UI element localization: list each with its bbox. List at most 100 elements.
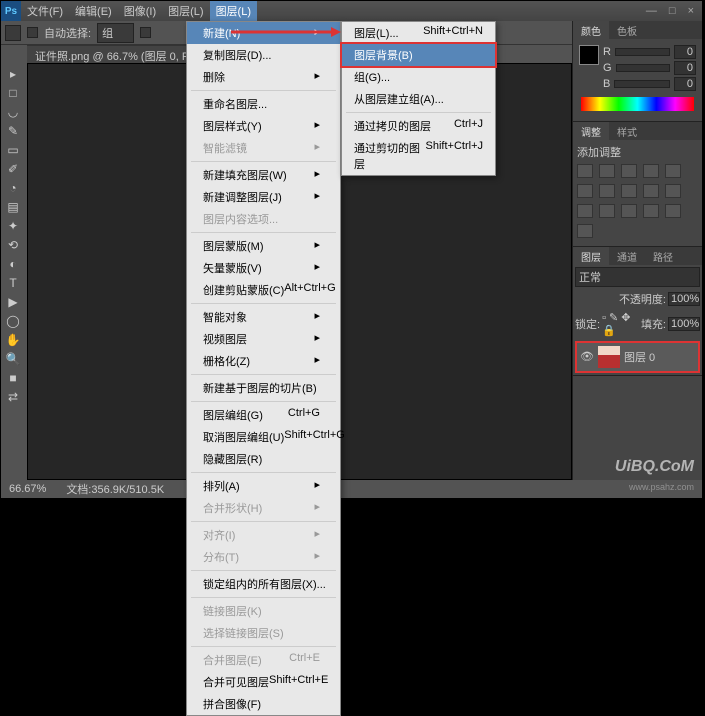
menu-item[interactable]: 合并可见图层Shift+Ctrl+E (187, 671, 340, 693)
tool-5[interactable]: ✐ (1, 160, 25, 178)
menu-item[interactable]: 图层样式(Y) (187, 115, 340, 137)
menu-item[interactable]: 视频图层 (187, 328, 340, 350)
adjustment-icon-5[interactable] (577, 184, 593, 198)
menu-item[interactable]: 矢量蒙版(V) (187, 257, 340, 279)
adjustment-icon-2[interactable] (621, 164, 637, 178)
tool-1[interactable]: □ (1, 84, 25, 102)
submenu-item[interactable]: 图层(L)...Shift+Ctrl+N (342, 22, 495, 44)
tool-15[interactable]: 🔍 (1, 350, 25, 368)
fill-value[interactable]: 100% (668, 317, 700, 331)
submenu-item[interactable]: 组(G)... (342, 66, 495, 88)
menu-item[interactable]: 排列(A) (187, 475, 340, 497)
menu-item: 分布(T) (187, 546, 340, 568)
menu-item[interactable]: 锁定组内的所有图层(X)... (187, 573, 340, 595)
adjustment-icon-6[interactable] (599, 184, 615, 198)
menubar: 文件(F)编辑(E)图像(I)图层(L)图层(L) (21, 1, 257, 21)
tool-0[interactable]: ▸ (1, 65, 25, 83)
tools-panel: ▸□◡✎▭✐◔▤✦⟲◐T▶◯✋🔍■⇄ (1, 63, 27, 498)
menu-item[interactable]: 新建填充图层(W) (187, 164, 340, 186)
adjustment-icon-8[interactable] (643, 184, 659, 198)
maximize-button[interactable]: □ (669, 5, 676, 17)
tool-13[interactable]: ◯ (1, 312, 25, 330)
menu-item[interactable]: 图层编组(G)Ctrl+G (187, 404, 340, 426)
menu-4[interactable]: 图层(L) (210, 1, 257, 21)
menu-item[interactable]: 智能对象 (187, 306, 340, 328)
tab-paths[interactable]: 路径 (645, 247, 681, 265)
menu-item[interactable]: 新建基于图层的切片(B) (187, 377, 340, 399)
menu-item[interactable]: 取消图层编组(U)Shift+Ctrl+G (187, 426, 340, 448)
zoom-level[interactable]: 66.67% (9, 483, 46, 495)
adjustment-icon-0[interactable] (577, 164, 593, 178)
adjustment-icon-13[interactable] (643, 204, 659, 218)
tab-layers[interactable]: 图层 (573, 247, 609, 265)
slider-G[interactable] (616, 64, 670, 72)
lock-icons[interactable]: ▫ ✎ ✥ 🔒 (602, 311, 639, 337)
transform-checkbox[interactable] (140, 27, 151, 38)
tool-9[interactable]: ⟲ (1, 236, 25, 254)
tool-11[interactable]: T (1, 274, 25, 292)
adjustment-icon-10[interactable] (577, 204, 593, 218)
minimize-button[interactable]: — (646, 5, 657, 17)
submenu-item[interactable]: 通过剪切的图层Shift+Ctrl+J (342, 137, 495, 175)
adjustment-icon-12[interactable] (621, 204, 637, 218)
color-spectrum[interactable] (581, 97, 694, 111)
tool-16[interactable]: ■ (1, 369, 25, 387)
tool-7[interactable]: ▤ (1, 198, 25, 216)
slider-B[interactable] (614, 80, 670, 88)
tab-color[interactable]: 颜色 (573, 21, 609, 39)
adjustment-icon-9[interactable] (665, 184, 681, 198)
submenu-item[interactable]: 从图层建立组(A)... (342, 88, 495, 110)
layer-row[interactable]: 👁 图层 0 (575, 341, 700, 373)
submenu-item[interactable]: 通过拷贝的图层Ctrl+J (342, 115, 495, 137)
opacity-value[interactable]: 100% (668, 292, 700, 306)
value-R[interactable]: 0 (674, 45, 696, 59)
menu-item[interactable]: 创建剪贴蒙版(C)Alt+Ctrl+G (187, 279, 340, 301)
tool-12[interactable]: ▶ (1, 293, 25, 311)
auto-select-dropdown[interactable]: 组 (97, 23, 134, 43)
menu-2[interactable]: 图像(I) (118, 1, 162, 21)
adjustment-icon-4[interactable] (665, 164, 681, 178)
menu-item[interactable]: 拼合图像(F) (187, 693, 340, 715)
menu-item: 智能滤镜 (187, 137, 340, 159)
tool-8[interactable]: ✦ (1, 217, 25, 235)
tab-swatches[interactable]: 色板 (609, 21, 645, 39)
tab-styles[interactable]: 样式 (609, 122, 645, 140)
value-G[interactable]: 0 (674, 61, 696, 75)
adjustment-icon-3[interactable] (643, 164, 659, 178)
adjustment-icon-11[interactable] (599, 204, 615, 218)
layer-thumbnail[interactable] (598, 346, 620, 368)
tab-channels[interactable]: 通道 (609, 247, 645, 265)
tool-17[interactable]: ⇄ (1, 388, 25, 406)
adjustment-icon-14[interactable] (665, 204, 681, 218)
slider-R[interactable] (615, 48, 670, 56)
tool-6[interactable]: ◔ (1, 179, 25, 197)
tab-adjustments[interactable]: 调整 (573, 122, 609, 140)
menu-item[interactable]: 隐藏图层(R) (187, 448, 340, 470)
menu-item[interactable]: 图层蒙版(M) (187, 235, 340, 257)
menu-item[interactable]: 重命名图层... (187, 93, 340, 115)
adjustment-icon-15[interactable] (577, 224, 593, 238)
tool-14[interactable]: ✋ (1, 331, 25, 349)
tool-10[interactable]: ◐ (1, 255, 25, 273)
adjustment-icon-7[interactable] (621, 184, 637, 198)
blend-mode-dropdown[interactable]: 正常 (575, 267, 700, 287)
menu-item[interactable]: 新建调整图层(J) (187, 186, 340, 208)
menu-item[interactable]: 栅格化(Z) (187, 350, 340, 372)
close-button[interactable]: × (688, 5, 694, 17)
tool-2[interactable]: ◡ (1, 103, 25, 121)
move-tool-icon[interactable] (5, 25, 21, 41)
tool-4[interactable]: ▭ (1, 141, 25, 159)
menu-item[interactable]: 复制图层(D)... (187, 44, 340, 66)
menu-3[interactable]: 图层(L) (162, 1, 209, 21)
visibility-icon[interactable]: 👁 (580, 350, 594, 364)
value-B[interactable]: 0 (674, 77, 696, 91)
menu-item[interactable]: 删除 (187, 66, 340, 88)
layer-name[interactable]: 图层 0 (624, 349, 655, 365)
foreground-color[interactable] (579, 45, 599, 65)
submenu-item[interactable]: 图层背景(B) (340, 42, 497, 68)
menu-0[interactable]: 文件(F) (21, 1, 69, 21)
auto-select-checkbox[interactable] (27, 27, 38, 38)
adjustment-icon-1[interactable] (599, 164, 615, 178)
tool-3[interactable]: ✎ (1, 122, 25, 140)
menu-1[interactable]: 编辑(E) (69, 1, 118, 21)
